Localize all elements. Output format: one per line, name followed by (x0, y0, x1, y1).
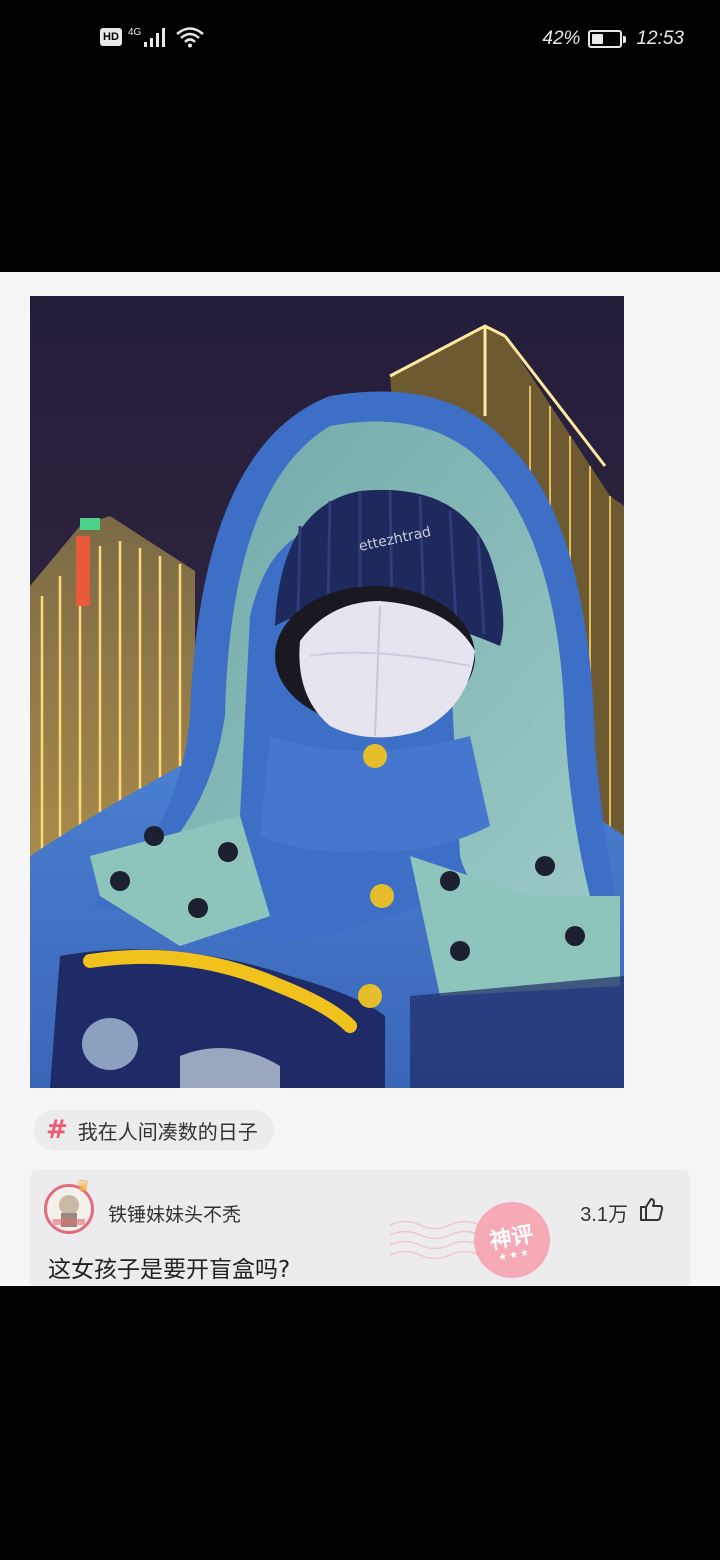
comment-text: 这女孩子是要开盲盒吗? (48, 1257, 291, 1283)
signal-icon (144, 28, 166, 47)
wifi-icon (176, 27, 205, 48)
selfie-photo: ettezhtrad (30, 296, 624, 1088)
featured-comment[interactable]: ♛ 铁锤妹妹头不秃 神评 ★★★ 3.1万 这女孩子是要开盲盒吗? (30, 1170, 690, 1286)
battery-fill (592, 34, 604, 44)
thumbs-up-icon[interactable] (638, 1196, 664, 1222)
comment-username[interactable]: 铁锤妹妹头不秃 (108, 1200, 241, 1227)
battery-percent: 42% (542, 28, 581, 49)
network-type: 4G (128, 26, 142, 38)
hash-icon: # (46, 1115, 68, 1145)
battery-icon (588, 30, 627, 48)
hd-badge: HD (100, 28, 122, 46)
like-count: 3.1万 (580, 1204, 628, 1226)
post-card: ettezhtrad # 我在人间凑数的日子 ♛ 铁锤妹妹头不秃 神评 ★★★ … (0, 272, 720, 1286)
crown-icon: ♛ (76, 1176, 91, 1195)
status-bar: HD 4G 42% 12:53 (0, 0, 720, 84)
clock: 12:53 (636, 28, 684, 49)
status-right: 42% 12:53 (542, 28, 684, 50)
topic-label: 我在人间凑数的日子 (77, 1119, 258, 1144)
post-photo[interactable]: ettezhtrad (30, 296, 624, 1088)
topic-tag[interactable]: # 我在人间凑数的日子 (34, 1110, 274, 1150)
status-left: HD 4G (100, 26, 205, 48)
